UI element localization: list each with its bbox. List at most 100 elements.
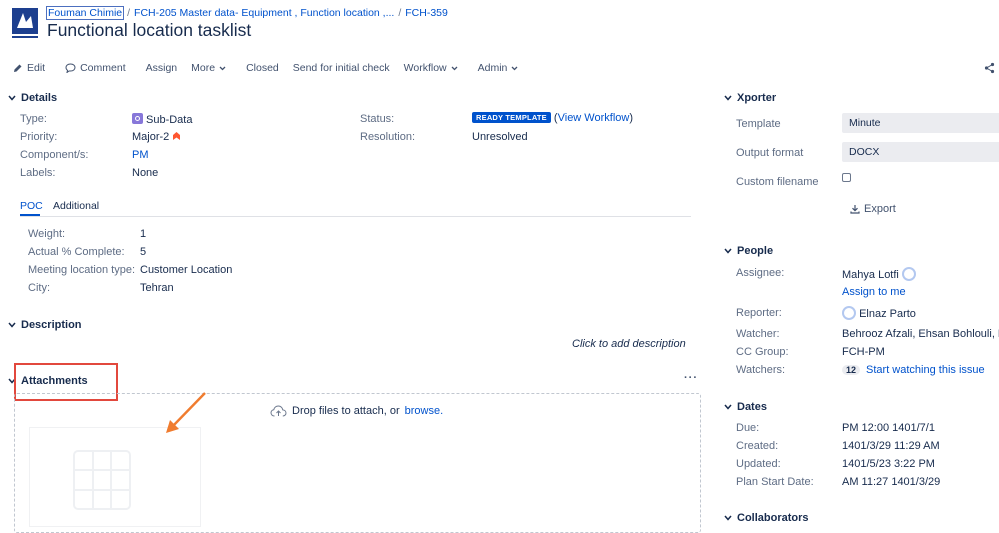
updated-label: Updated:	[736, 458, 781, 470]
project-logo[interactable]	[10, 6, 40, 40]
page-title: Functional location tasklist	[47, 20, 252, 40]
xporter-heading: Xporter	[737, 92, 777, 104]
chevron-down-icon	[724, 248, 732, 254]
component-pm-link[interactable]: PM	[132, 149, 149, 161]
people-heading: People	[737, 245, 774, 257]
watcher-label: Watcher:	[736, 328, 780, 340]
chevron-down-icon	[724, 404, 732, 410]
dropzone-prompt: Drop files to attach, or browse.	[270, 405, 443, 417]
dates-section-toggle[interactable]: Dates	[724, 401, 767, 413]
meeting-location-value: Customer Location	[140, 264, 233, 276]
watchers-label: Watchers:	[736, 364, 786, 376]
weight-value: 1	[140, 228, 147, 240]
city-value: Tehran	[140, 282, 174, 294]
share-button[interactable]	[984, 62, 995, 77]
view-workflow-link[interactable]: View Workflow	[558, 112, 630, 124]
reporter-avatar	[842, 306, 856, 320]
output-format-label: Output format	[736, 147, 804, 159]
breadcrumb: Fouman Chimie / FCH-205 Master data- Equ…	[45, 6, 448, 20]
collaborators-section-toggle[interactable]: Collaborators	[724, 512, 809, 524]
more-button[interactable]: More	[184, 58, 233, 78]
tabs-divider	[20, 216, 691, 217]
browse-link[interactable]: browse.	[405, 405, 444, 417]
actual-complete-label: Actual % Complete:	[28, 246, 125, 258]
assignee-label: Assignee:	[736, 267, 785, 279]
start-watching-link[interactable]: Start watching this issue	[866, 364, 985, 376]
issue-toolbar: Edit Comment Assign More Closed Send for…	[6, 58, 525, 78]
status-badge[interactable]: READY TEMPLATE	[472, 112, 551, 123]
attachments-more-button[interactable]: ···	[684, 372, 698, 384]
more-dots-icon: ···	[684, 372, 698, 384]
created-value: 1401/3/29 11:29 AM	[842, 440, 940, 452]
breadcrumb-issue-key-link[interactable]: FCH-359	[405, 7, 448, 19]
labels-label: Labels:	[20, 167, 56, 179]
file-placeholder-icon	[73, 450, 131, 510]
chevron-down-icon	[8, 322, 16, 328]
status-label: Status:	[360, 113, 395, 125]
assignee-value[interactable]: Mahya Lotfi	[842, 267, 916, 281]
details-section-toggle[interactable]: Details	[8, 92, 57, 104]
tab-additional[interactable]: Additional	[53, 200, 99, 212]
due-label: Due:	[736, 422, 760, 434]
active-tab-indicator	[20, 214, 40, 216]
assign-button[interactable]: Assign	[139, 58, 185, 78]
description-heading: Description	[21, 319, 82, 331]
template-label: Template	[736, 118, 781, 130]
description-section-toggle[interactable]: Description	[8, 319, 82, 331]
custom-filename-checkbox[interactable]	[842, 173, 851, 182]
component-label: Component/s:	[20, 149, 89, 161]
share-icon	[984, 62, 995, 74]
priority-value: Major-2	[132, 131, 181, 143]
breadcrumb-project-link[interactable]: Fouman Chimie	[45, 6, 125, 20]
watchers-count-badge[interactable]: 12	[842, 365, 861, 375]
created-label: Created:	[736, 440, 779, 452]
reporter-value[interactable]: Elnaz Parto	[842, 306, 916, 320]
assign-to-me-link[interactable]: Assign to me	[842, 286, 906, 298]
tab-poc[interactable]: POC	[20, 200, 43, 212]
reporter-label: Reporter:	[736, 307, 782, 319]
custom-filename-label: Custom filename	[736, 176, 819, 188]
plan-start-label: Plan Start Date:	[736, 476, 814, 488]
actual-complete-value: 5	[140, 246, 147, 258]
dates-heading: Dates	[737, 401, 767, 413]
breadcrumb-parent-link[interactable]: FCH-205 Master data- Equipment , Functio…	[134, 7, 394, 19]
due-value: PM 12:00 1401/7/1	[842, 422, 935, 434]
chevron-down-icon	[219, 66, 226, 70]
people-section-toggle[interactable]: People	[724, 245, 773, 257]
resolution-value: Unresolved	[472, 131, 528, 143]
pencil-icon	[14, 64, 22, 72]
collaborators-heading: Collaborators	[737, 512, 809, 524]
template-select[interactable]: Minute	[842, 113, 999, 133]
annotation-arrow	[166, 392, 206, 433]
download-icon	[850, 205, 860, 214]
export-button[interactable]: Export	[846, 201, 900, 217]
send-initial-check-button[interactable]: Send for initial check	[286, 58, 397, 78]
comment-icon	[65, 63, 76, 73]
workflow-button[interactable]: Workflow	[397, 58, 465, 78]
chevron-down-icon	[724, 515, 732, 521]
chevron-down-icon	[451, 66, 458, 70]
description-placeholder[interactable]: Click to add description	[572, 338, 686, 350]
edit-button[interactable]: Edit	[6, 58, 52, 78]
closed-button[interactable]: Closed	[239, 58, 286, 78]
priority-label: Priority:	[20, 131, 58, 143]
cc-group-label: CC Group:	[736, 346, 789, 358]
xporter-section-toggle[interactable]: Xporter	[724, 92, 776, 104]
meeting-location-label: Meeting location type:	[28, 264, 136, 276]
attachment-thumbnail-placeholder	[29, 427, 201, 527]
watchers-value: 12 Start watching this issue	[842, 364, 985, 376]
admin-button[interactable]: Admin	[471, 58, 526, 78]
status-value: READY TEMPLATE (View Workflow)	[472, 112, 633, 124]
city-label: City:	[28, 282, 50, 294]
resolution-label: Resolution:	[360, 131, 416, 143]
output-format-select[interactable]: DOCX	[842, 142, 999, 162]
chevron-down-icon	[724, 95, 732, 101]
chevron-down-icon	[8, 95, 16, 101]
details-heading: Details	[21, 92, 58, 104]
priority-major-icon	[173, 132, 181, 140]
watcher-value: Behrooz Afzali, Ehsan Bohlouli, Elna	[842, 328, 999, 340]
type-label: Type:	[20, 113, 47, 125]
comment-button[interactable]: Comment	[58, 58, 133, 78]
type-value: Sub-Data	[132, 113, 192, 126]
subdata-icon	[132, 113, 143, 124]
